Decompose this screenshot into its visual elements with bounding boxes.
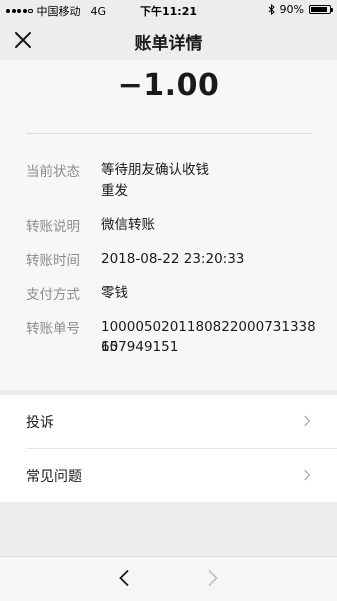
battery-icon (309, 5, 333, 14)
divider (26, 133, 311, 134)
battery-percent: 90% (279, 3, 304, 16)
order-label: 转账单号 (26, 321, 80, 337)
bluetooth-icon (268, 4, 275, 15)
forward-arrow-icon[interactable] (207, 569, 219, 587)
status-bar: 中国移动 4G 下午11:21 90% (0, 0, 337, 20)
status-value: 等待朋友确认收钱 (101, 162, 209, 178)
menu-item-faq[interactable]: 常见问题 (0, 449, 337, 502)
order-number-line2: 657949151 (101, 339, 179, 355)
status-right: 90% (268, 3, 333, 16)
time-value: 2018-08-22 23:20:33 (101, 251, 245, 267)
chevron-right-icon (304, 415, 311, 427)
status-label: 当前状态 (26, 164, 80, 180)
payment-label: 支付方式 (26, 287, 80, 303)
bottom-nav-bar (0, 556, 337, 601)
nav-bar: 账单详情 (0, 20, 337, 60)
time-label: 转账时间 (26, 253, 80, 269)
resend-link[interactable]: 重发 (101, 181, 128, 201)
payment-value: 零钱 (101, 285, 128, 301)
amount: −1.00 (117, 68, 220, 103)
back-arrow-icon[interactable] (118, 569, 130, 587)
chevron-right-icon (304, 469, 311, 481)
note-label: 转账说明 (26, 219, 80, 235)
page-title: 账单详情 (134, 34, 203, 54)
bill-detail-card: −1.00 当前状态 等待朋友确认收钱 重发 转账说明 微信转账 转账时间 20… (0, 60, 337, 390)
menu-item-complaint[interactable]: 投诉 (0, 395, 337, 448)
help-menu: 投诉 常见问题 (0, 395, 337, 502)
complaint-label: 投诉 (26, 415, 54, 431)
faq-label: 常见问题 (26, 469, 82, 485)
note-value: 微信转账 (101, 217, 155, 233)
